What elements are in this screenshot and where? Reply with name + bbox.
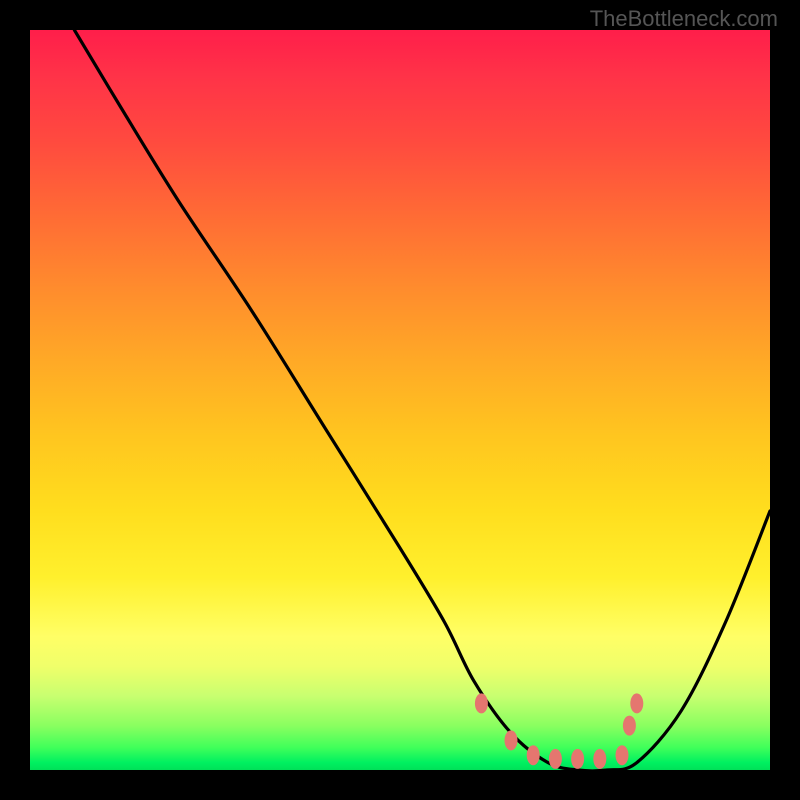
optimal-range-markers xyxy=(475,693,643,769)
chart-svg xyxy=(30,30,770,770)
marker-dot xyxy=(475,693,488,713)
marker-dot xyxy=(571,749,584,769)
bottleneck-curve xyxy=(74,30,770,770)
marker-dot xyxy=(630,693,643,713)
marker-dot xyxy=(527,745,540,765)
marker-dot xyxy=(623,716,636,736)
marker-dot xyxy=(549,749,562,769)
chart-area xyxy=(30,30,770,770)
marker-dot xyxy=(505,730,518,750)
marker-dot xyxy=(593,749,606,769)
watermark-text: TheBottleneck.com xyxy=(590,6,778,32)
marker-dot xyxy=(616,745,629,765)
